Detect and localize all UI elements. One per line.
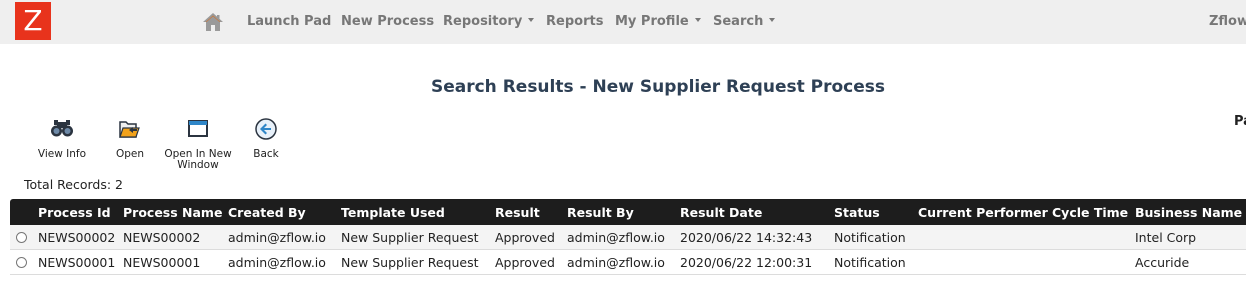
col-template-used[interactable]: Template Used — [341, 205, 445, 220]
back-button[interactable]: Back — [250, 118, 282, 160]
nav-search[interactable]: Search — [713, 14, 776, 29]
new-window-icon — [163, 118, 233, 144]
cell-created-by: admin@zflow.io — [228, 255, 326, 270]
open-button[interactable]: Open — [113, 118, 147, 160]
cell-created-by: admin@zflow.io — [228, 230, 326, 245]
home-icon[interactable] — [202, 12, 224, 32]
cell-result-by: admin@zflow.io — [567, 255, 665, 270]
open-folder-icon — [113, 118, 147, 144]
chevron-down-icon — [694, 17, 701, 22]
col-process-name[interactable]: Process Name — [123, 205, 222, 220]
nav-launch-pad[interactable]: Launch Pad — [247, 14, 331, 29]
col-created-by[interactable]: Created By — [228, 205, 306, 220]
nav-my-profile[interactable]: My Profile — [615, 14, 701, 29]
cell-result-date: 2020/06/22 12:00:31 — [680, 255, 813, 270]
binoculars-icon — [37, 118, 87, 144]
col-cycle-time[interactable]: Cycle Time — [1052, 205, 1128, 220]
cell-process-name: NEWS00001 — [123, 255, 201, 270]
nav-reports[interactable]: Reports — [546, 14, 603, 29]
cell-process-id: NEWS00001 — [38, 255, 116, 270]
table-header: Process Id Process Name Created By Templ… — [10, 199, 1246, 225]
open-label: Open — [115, 148, 145, 160]
col-current-performer[interactable]: Current Performer — [918, 205, 1048, 220]
page-side-label: Pa — [1234, 114, 1246, 129]
col-process-id[interactable]: Process Id — [38, 205, 111, 220]
cell-result-by: admin@zflow.io — [567, 230, 665, 245]
back-arrow-icon — [250, 118, 282, 144]
results-table: Process Id Process Name Created By Templ… — [10, 199, 1246, 275]
row-select-radio[interactable] — [16, 257, 27, 268]
cell-process-id: NEWS00002 — [38, 230, 116, 245]
view-info-label: View Info — [37, 148, 87, 160]
cell-status: Notification — [834, 255, 906, 270]
col-result-date[interactable]: Result Date — [680, 205, 762, 220]
cell-business-name: Intel Corp — [1135, 230, 1197, 245]
cell-template-used: New Supplier Request — [341, 255, 479, 270]
app-logo[interactable]: Z — [15, 2, 51, 40]
nav-repository-label: Repository — [443, 14, 523, 29]
cell-business-name: Accuride — [1135, 255, 1190, 270]
open-new-label-2: Window — [177, 159, 219, 171]
cell-result: Approved — [495, 230, 555, 245]
cell-status: Notification — [834, 230, 906, 245]
nav-repository[interactable]: Repository — [443, 14, 535, 29]
view-info-button[interactable]: View Info — [37, 118, 87, 160]
nav-my-profile-label: My Profile — [615, 14, 689, 29]
page-title: Search Results - New Supplier Request Pr… — [430, 77, 886, 97]
open-in-new-window-button[interactable]: Open In New Window — [163, 118, 233, 171]
chevron-down-icon — [528, 17, 535, 22]
user-menu[interactable]: Zflow — [1209, 14, 1246, 29]
cell-process-name: NEWS00002 — [123, 230, 201, 245]
cell-template-used: New Supplier Request — [341, 230, 479, 245]
col-result[interactable]: Result — [495, 205, 540, 220]
col-business-name[interactable]: Business Name — [1135, 205, 1242, 220]
table-row[interactable]: NEWS00001 NEWS00001 admin@zflow.io New S… — [10, 250, 1246, 275]
nav-search-label: Search — [713, 14, 764, 29]
table-row[interactable]: NEWS00002 NEWS00002 admin@zflow.io New S… — [10, 225, 1246, 250]
nav-new-process[interactable]: New Process — [341, 14, 434, 29]
back-label: Back — [253, 148, 279, 160]
col-status[interactable]: Status — [834, 205, 880, 220]
top-nav-bar: Z Launch Pad New Process Repository Repo… — [0, 0, 1246, 44]
cell-result-date: 2020/06/22 14:32:43 — [680, 230, 813, 245]
total-records: Total Records: 2 — [24, 177, 124, 192]
row-select-radio[interactable] — [16, 232, 27, 243]
col-result-by[interactable]: Result By — [567, 205, 634, 220]
cell-result: Approved — [495, 255, 555, 270]
chevron-down-icon — [769, 17, 776, 22]
